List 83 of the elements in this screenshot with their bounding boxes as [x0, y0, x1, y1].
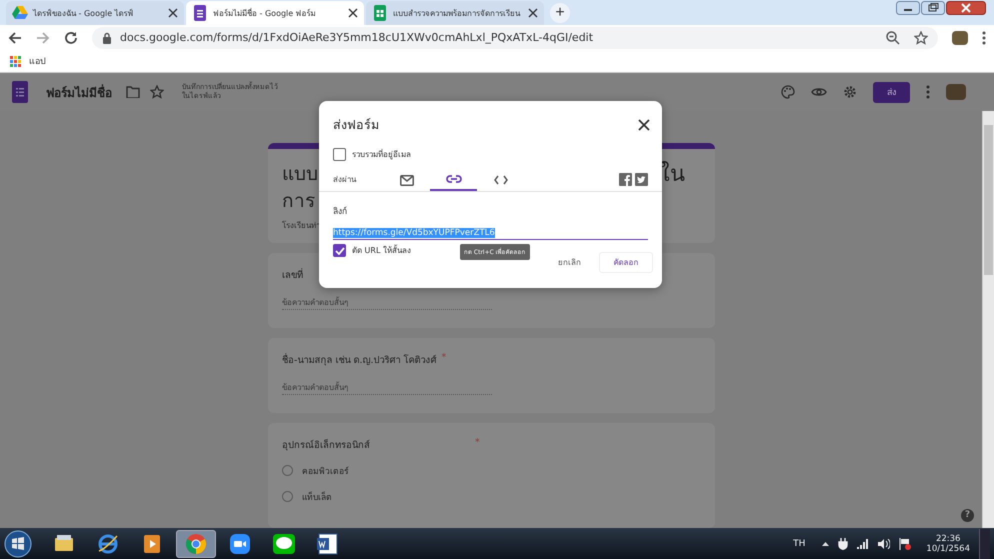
signal-bars-icon[interactable] — [857, 538, 870, 548]
start-orb-icon[interactable] — [4, 530, 32, 558]
form-description: โรงเรียนท่า — [282, 220, 321, 232]
eye-icon[interactable] — [811, 86, 827, 98]
close-icon[interactable] — [946, 1, 986, 15]
checkbox-label: รวบรวมที่อยู่อีเมล — [352, 148, 411, 161]
question-title: เลขที่ — [282, 267, 303, 282]
scrollbar[interactable] — [982, 111, 994, 528]
chat-app-icon — [272, 532, 296, 556]
bookmark-link[interactable]: แอป — [10, 54, 46, 68]
section-label: ลิงก์ — [333, 206, 348, 218]
document-icon — [316, 532, 340, 556]
radio-button[interactable] — [282, 465, 293, 476]
required-mark: * — [442, 352, 446, 365]
apps-grid-icon — [10, 56, 21, 66]
back-arrow-icon[interactable] — [8, 30, 22, 44]
reload-icon[interactable] — [64, 30, 78, 44]
video-camera-icon — [228, 532, 252, 556]
checkbox[interactable] — [333, 244, 346, 257]
clock-time[interactable]: 22:36 — [936, 534, 960, 544]
question-title: ชื่อ-นามสกุล เช่น ด.ญ.ปวริศา โคติวงศ์ — [282, 352, 437, 367]
browser-tab[interactable]: แบบสำรวจความพร้อมการจัดการเรียน — [366, 1, 544, 25]
required-mark: * — [475, 436, 480, 450]
forms-logo-icon — [12, 81, 28, 103]
cancel-button[interactable]: ยกเลิก — [552, 255, 587, 270]
send-via-label: ส่งผ่าน — [333, 174, 358, 186]
mail-icon — [400, 174, 414, 186]
browser-tab[interactable]: ไดรฟ์ของฉัน - Google ไดรฟ์ — [6, 1, 184, 25]
send-button[interactable]: ส่ง — [873, 82, 910, 102]
tab-title: ไดรฟ์ของฉัน - Google ไดรฟ์ — [33, 8, 135, 20]
clock-date[interactable]: 10/1/2564 — [926, 544, 970, 554]
new-tab-button[interactable]: + — [550, 3, 570, 23]
tab-favicon-icon — [192, 5, 208, 21]
close-icon[interactable] — [348, 8, 358, 18]
url-text: docs.google.com/forms/d/1FxdOiAeRe3Y5mm18cU1XWv0cmAhLxl_PQxATxL-4qGI/edit — [120, 31, 594, 44]
close-icon[interactable] — [168, 8, 178, 18]
power-plug-icon[interactable] — [838, 538, 848, 550]
copy-button[interactable]: คัดลอก — [599, 252, 653, 273]
flag-icon[interactable] — [899, 538, 912, 550]
question-title: อุปกรณ์อิเล็กทรอนิกส์ — [282, 438, 370, 452]
answer-field[interactable]: ข้อความคำตอบสั้นๆ — [282, 296, 492, 310]
tab-title: ฟอร์มไม่มีชื่อ - Google ฟอร์ม — [213, 7, 317, 20]
dialog-title: ส่งฟอร์ม — [333, 116, 379, 134]
chevron-up-icon[interactable] — [822, 542, 830, 546]
facebook-icon[interactable] — [619, 172, 632, 186]
taskbar-button[interactable] — [176, 530, 216, 558]
option-label: คอมพิวเตอร์ — [302, 466, 349, 478]
checkbox-label: ตัด URL ให้สั้นลง — [352, 244, 411, 257]
form-heading: การ — [282, 189, 316, 214]
browser-icon — [184, 532, 208, 556]
restore-icon[interactable] — [921, 1, 945, 15]
speaker-icon[interactable] — [878, 538, 890, 548]
minimize-icon[interactable] — [896, 1, 920, 15]
settings-icon[interactable] — [843, 85, 857, 99]
tab-favicon-icon — [372, 5, 388, 21]
browser-icon — [96, 532, 120, 556]
form-heading: แบบ — [282, 162, 318, 187]
tab-favicon-icon — [12, 5, 28, 21]
avatar[interactable] — [952, 30, 968, 44]
address-bar[interactable]: docs.google.com/forms/d/1FxdOiAeRe3Y5mm18cU1XWv0cmAhLxl_PQxATxL-4qGI/edit — [92, 26, 938, 48]
link-icon — [446, 174, 462, 184]
star-icon[interactable] — [150, 85, 164, 99]
folder-icon[interactable] — [126, 86, 140, 98]
star-icon[interactable] — [914, 30, 928, 44]
lock-icon — [102, 32, 112, 44]
radio-button[interactable] — [282, 491, 293, 502]
code-icon — [494, 175, 508, 185]
more-vert-icon[interactable] — [982, 30, 986, 44]
language-indicator[interactable]: TH — [793, 538, 806, 548]
answer-field[interactable]: ข้อความคำตอบสั้นๆ — [282, 380, 492, 395]
help-button[interactable]: ? — [961, 509, 974, 522]
more-vert-icon[interactable] — [926, 85, 930, 99]
close-icon[interactable] — [638, 119, 650, 131]
tab-title: แบบสำรวจความพร้อมการจัดการเรียน — [393, 8, 522, 20]
form-title[interactable]: ฟอร์มไม่มีชื่อ — [46, 82, 112, 102]
zoom-icon[interactable] — [886, 30, 900, 44]
checkbox[interactable] — [333, 148, 346, 161]
twitter-icon[interactable] — [635, 172, 648, 186]
close-icon[interactable] — [528, 8, 538, 18]
option-label: แท็บเล็ต — [302, 490, 332, 504]
palette-icon[interactable] — [781, 85, 795, 99]
browser-tab[interactable]: ฟอร์มไม่มีชื่อ - Google ฟอร์ม — [186, 1, 364, 25]
avatar[interactable] — [946, 84, 966, 100]
